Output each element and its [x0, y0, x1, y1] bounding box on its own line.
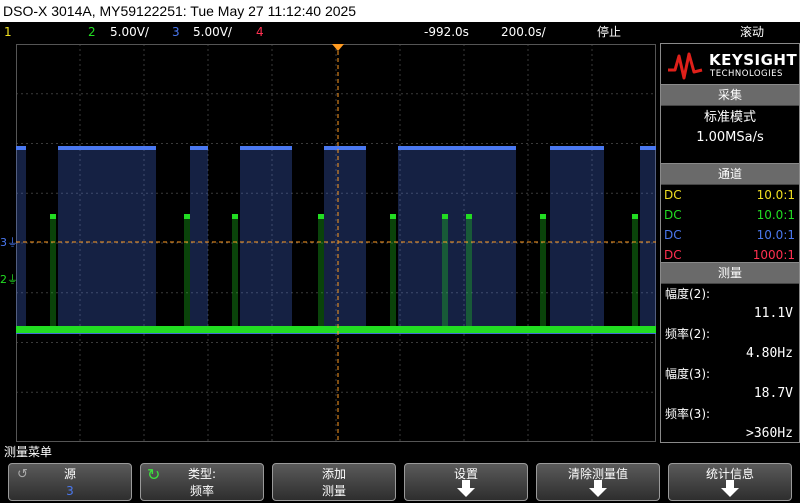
channel-3-coupling: DC — [664, 228, 682, 242]
measurement-value: >360Hz — [746, 426, 793, 441]
ground-icon: ⏚ — [7, 273, 18, 286]
logo-brand: KEYSIGHT — [709, 51, 798, 69]
status-bar: 1 2 5.00V/ 3 5.00V/ 4 -992.0s 200.0s/ 停止… — [0, 22, 800, 42]
ground-icon: ⏚ — [7, 236, 18, 249]
channel-1-indicator[interactable]: 1 — [4, 22, 12, 42]
channel-3-ground-marker[interactable]: 3⏚ — [0, 234, 18, 250]
window-title: DSO-X 3014A, MY59122251: Tue May 27 11:1… — [3, 3, 357, 19]
channels-section[interactable]: 通道 DC 10.0:1 DC 10.0:1 DC 10.0:1 DC 1000:1 — [660, 163, 800, 263]
softkey-type-value: 频率 — [189, 484, 214, 498]
channels-header: 通道 — [661, 164, 799, 185]
measurement-label: 频率(3): — [665, 407, 711, 421]
softkey-add-label: 添加 — [321, 467, 346, 481]
menu-title: 测量菜单 — [4, 445, 53, 459]
acquire-mode: 标准模式 — [703, 110, 756, 125]
channel-3-marker-label: 3 — [0, 236, 7, 249]
submenu-arrow-icon — [457, 480, 475, 497]
channel-2-indicator[interactable]: 2 — [88, 22, 96, 42]
window-title-bar: DSO-X 3014A, MY59122251: Tue May 27 11:1… — [0, 0, 800, 22]
softkey-add-value: 测量 — [321, 484, 346, 498]
softkey-settings[interactable]: 设置 — [404, 463, 528, 501]
measurement-value: 18.7V — [753, 386, 793, 401]
measurements-section[interactable]: 测量 幅度(2): 11.1V 频率(2): 4.80Hz 幅度(3): 18.… — [660, 262, 800, 443]
softkey-type[interactable]: ↻ 类型: 频率 — [140, 463, 264, 501]
timebase-scale: 200.0s/ — [501, 25, 546, 39]
trigger-position-marker[interactable] — [332, 44, 344, 51]
run-state: 停止 — [597, 25, 622, 39]
logo-sub: TECHNOLOGIES — [710, 69, 783, 79]
channel-3-indicator[interactable]: 3 — [172, 22, 180, 42]
channel-4-indicator[interactable]: 4 — [256, 22, 264, 42]
acquire-section[interactable]: 采集 标准模式 1.00MSa/s — [660, 84, 800, 164]
measurements-header: 测量 — [661, 263, 799, 284]
submenu-arrow-icon — [589, 480, 607, 497]
horizontal-delay: -992.0s — [424, 25, 469, 39]
softkey-source[interactable]: ↺ 源 3 — [8, 463, 132, 501]
channel-1-row: DC 10.0:1 — [661, 185, 799, 205]
measurement-list: 幅度(2): 11.1V 频率(2): 4.80Hz 幅度(3): 18.7V … — [661, 284, 799, 444]
info-panel: KEYSIGHT TECHNOLOGIES 采集 标准模式 1.00MSa/s … — [659, 42, 800, 443]
keysight-logo: KEYSIGHT TECHNOLOGIES — [660, 43, 800, 85]
channel-3-row: DC 10.0:1 — [661, 225, 799, 245]
channel-2-probe: 10.0:1 — [756, 208, 795, 222]
softkey-statistics-label: 统计信息 — [705, 467, 754, 481]
channel-2-ground-marker[interactable]: 2⏚ — [0, 271, 18, 287]
channel-1-coupling: DC — [664, 188, 682, 202]
softkey-clear-label: 清除测量值 — [567, 467, 628, 481]
softkey-source-value: 3 — [66, 484, 74, 498]
acquisition-mode: 滚动 — [740, 25, 765, 39]
channel-3-probe: 10.0:1 — [756, 228, 795, 242]
softkey-settings-label: 设置 — [453, 467, 478, 481]
measurement-label: 幅度(2): — [665, 287, 711, 301]
measurement-value: 4.80Hz — [746, 346, 793, 361]
softkey-clear-measurements[interactable]: 清除测量值 — [536, 463, 660, 501]
channel-3-waveform — [16, 146, 656, 334]
measurement-label: 频率(2): — [665, 327, 711, 341]
acquire-header: 采集 — [661, 85, 799, 106]
measurement-value: 11.1V — [753, 306, 793, 321]
channel-2-scale: 5.00V/ — [110, 25, 149, 39]
sample-rate: 1.00MSa/s — [696, 130, 764, 145]
keysight-wave-icon — [668, 52, 703, 80]
channel-3-scale: 5.00V/ — [193, 25, 232, 39]
channel-2-marker-label: 2 — [0, 273, 7, 286]
waveform-display[interactable] — [16, 44, 656, 442]
softkey-source-label: 源 — [63, 467, 76, 481]
softkey-type-label: 类型: — [187, 467, 217, 481]
softkey-statistics[interactable]: 统计信息 — [668, 463, 792, 501]
channel-1-probe: 10.0:1 — [756, 188, 795, 202]
submenu-arrow-icon — [721, 480, 739, 497]
channel-2-coupling: DC — [664, 208, 682, 222]
softkey-add-measurement[interactable]: 添加 测量 — [272, 463, 396, 501]
measurement-label: 幅度(3): — [665, 367, 711, 381]
channel-2-row: DC 10.0:1 — [661, 205, 799, 225]
